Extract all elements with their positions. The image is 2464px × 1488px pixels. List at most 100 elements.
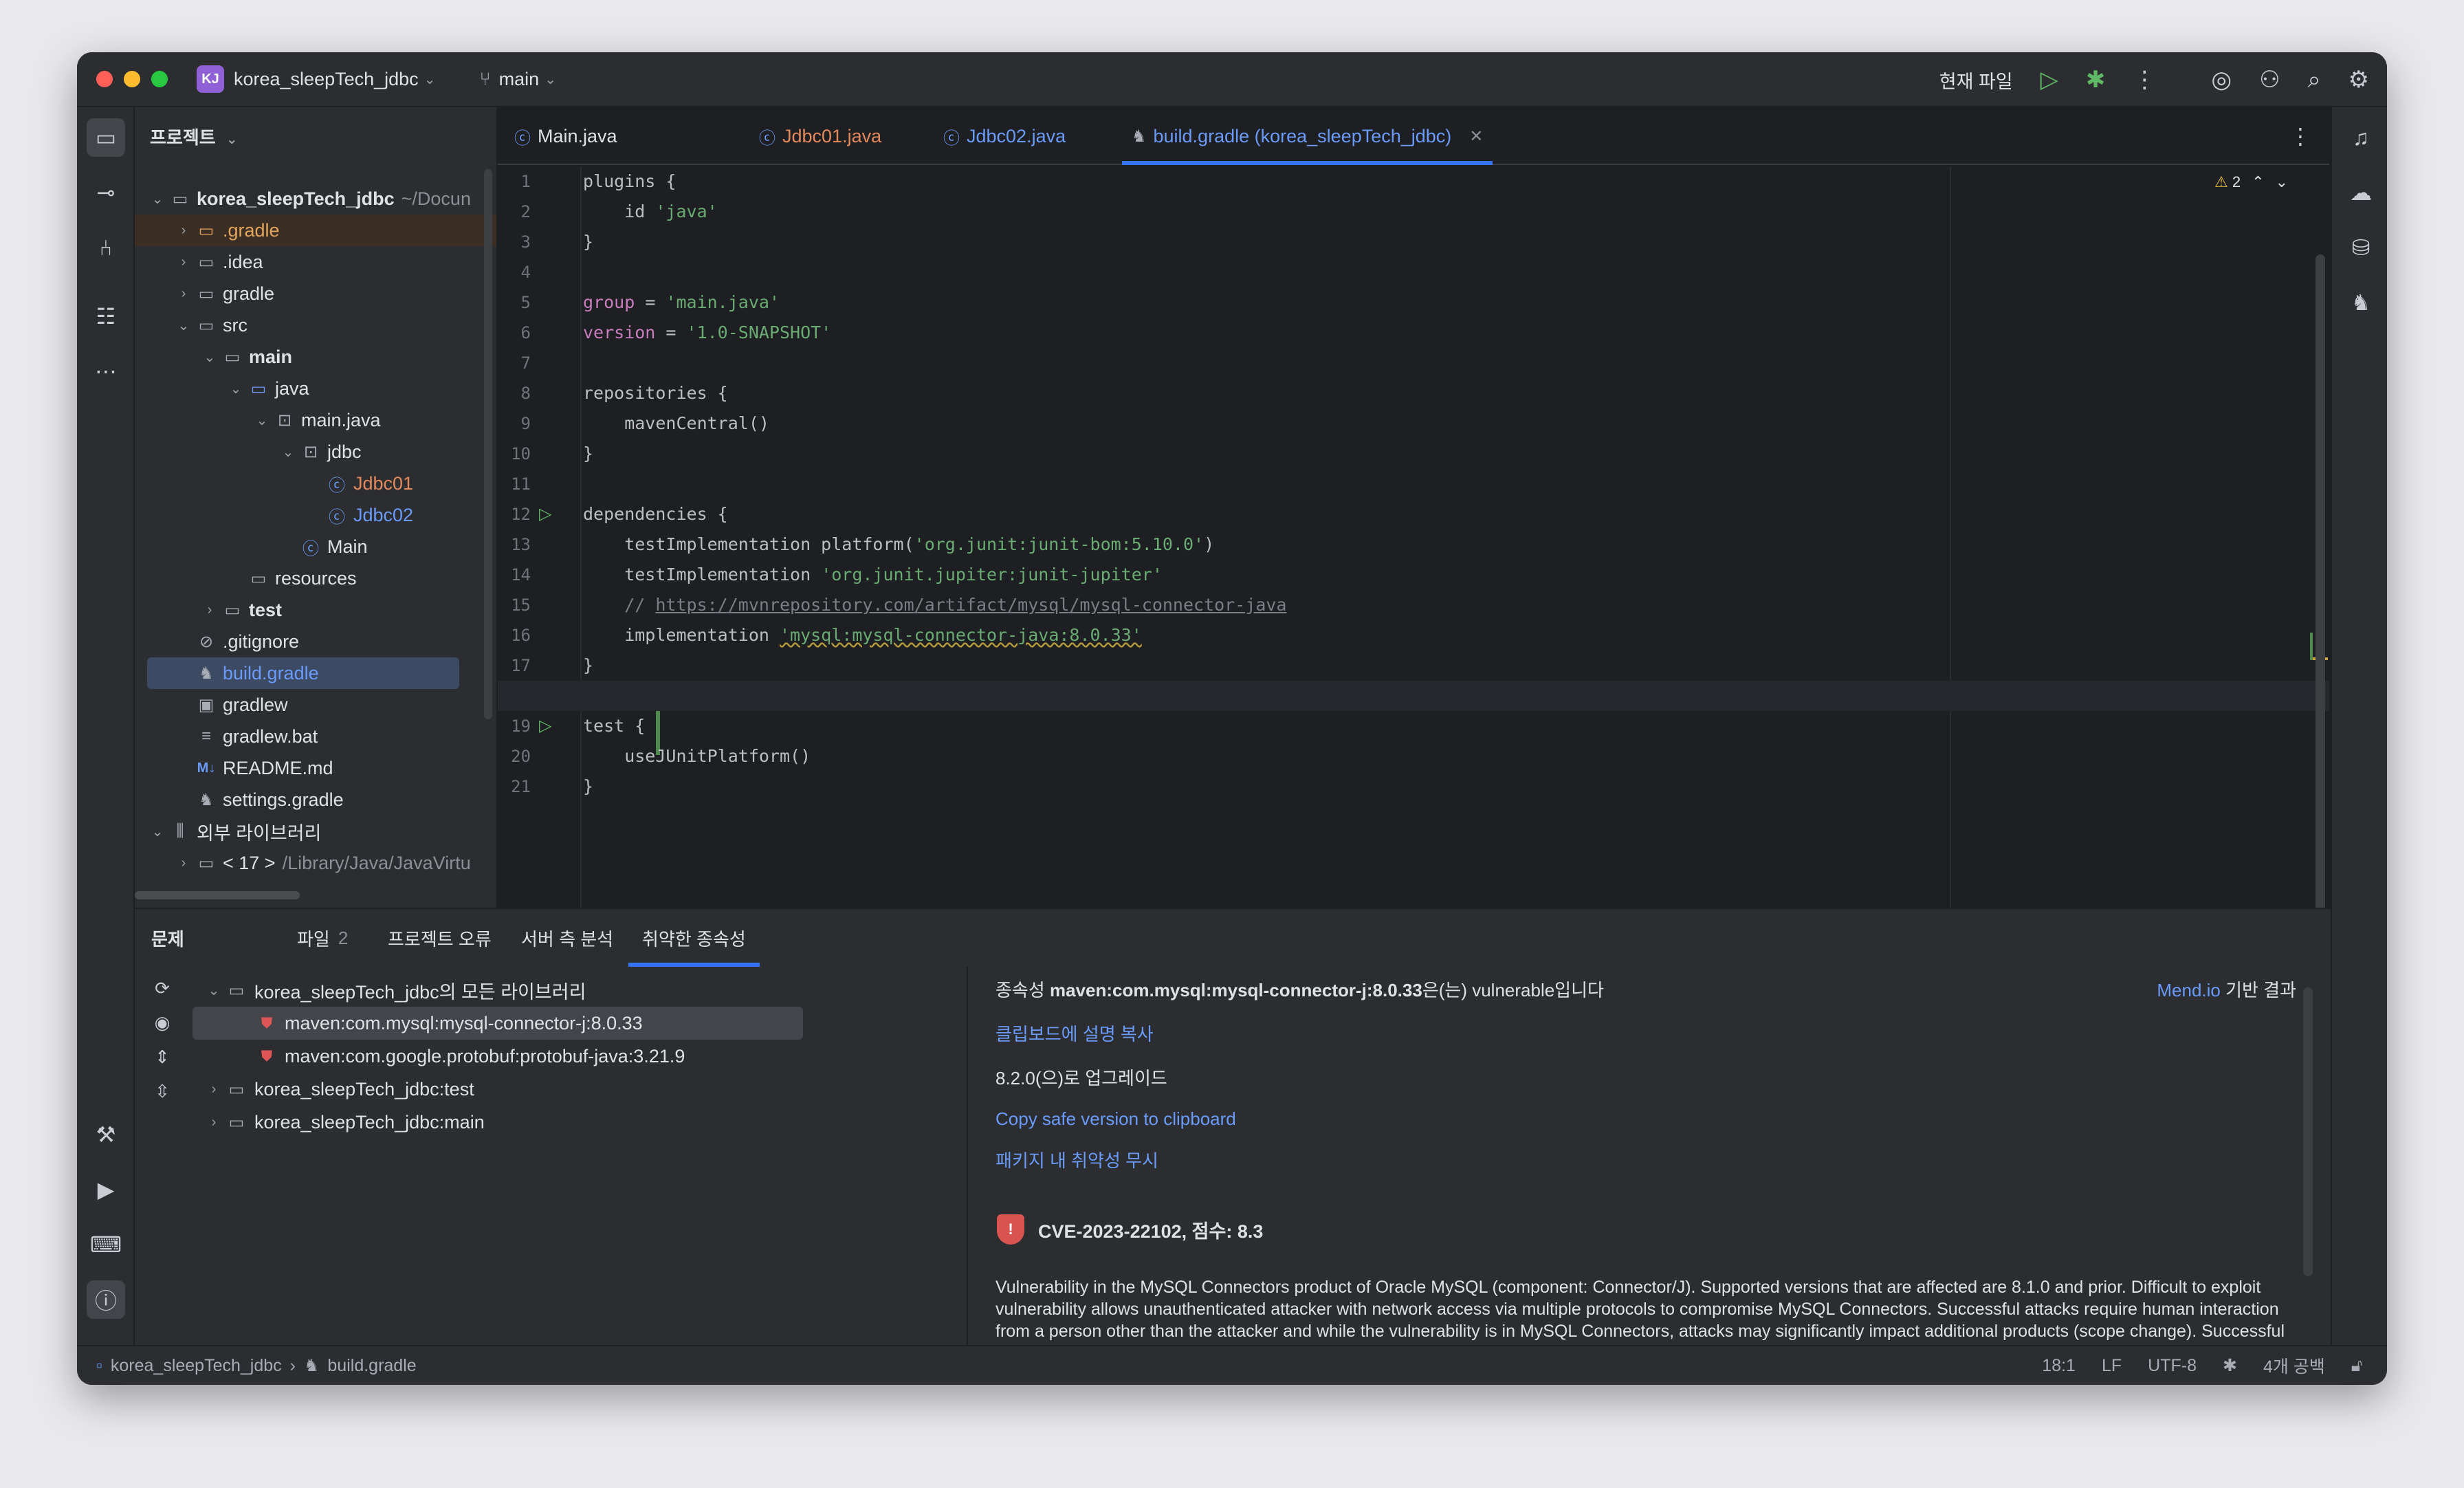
chevron-down-icon[interactable]: ⌄ [173, 317, 194, 334]
tab-main-java[interactable]: ⓒ Main.java [514, 107, 617, 165]
chevron-right-icon[interactable]: › [173, 223, 194, 239]
more-tabs-icon[interactable]: ⋮ [2289, 107, 2311, 165]
tree-item-main[interactable]: ⌄ ▭ main [135, 341, 496, 373]
indent-setting[interactable]: 4개 공백 [2263, 1353, 2325, 1378]
tree-item-external-libraries[interactable]: ⌄ ⫼ 외부 라이브러리 [135, 816, 496, 847]
tree-item-jdk[interactable]: › ▭ < 17 > /Library/Java/JavaVirtu [135, 847, 496, 879]
project-name[interactable]: korea_sleepTech_jdbc [234, 69, 419, 90]
horizontal-scrollbar[interactable] [135, 891, 300, 899]
tree-item-build-gradle[interactable]: ♞ build.gradle [135, 657, 496, 689]
chevron-down-icon[interactable]: ⌄ [199, 349, 220, 366]
build-hammer-icon[interactable]: ⚒ [87, 1115, 125, 1154]
problems-icon[interactable]: ⓘ [87, 1280, 125, 1319]
code-area[interactable]: plugins { id 'java' } group = 'main.java… [498, 166, 2329, 908]
collapse-all-icon[interactable]: ⇳ [148, 1081, 176, 1115]
notifications-bell-icon[interactable]: ♫ [2342, 118, 2380, 157]
more-actions-icon[interactable]: ⋮ [2133, 66, 2156, 94]
chevron-right-icon[interactable]: › [204, 1115, 224, 1130]
terminal-icon[interactable]: ⌨ [87, 1225, 125, 1264]
tree-item-root[interactable]: ⌄ ▭ korea_sleepTech_jdbc ~/Docun [135, 183, 496, 215]
chevron-down-icon[interactable]: ⌄ [226, 380, 246, 397]
tree-item-gradlew[interactable]: ▣ gradlew [135, 689, 496, 721]
add-user-icon[interactable]: ⚇ [2259, 66, 2280, 94]
more-tools-icon[interactable]: ⋯ [87, 352, 125, 391]
zoom-window-button[interactable] [151, 71, 168, 87]
gradle-elephant-icon[interactable]: ♞ [2342, 283, 2380, 322]
tree-item-main-module[interactable]: › ▭ korea_sleepTech_jdbc:main [192, 1106, 967, 1139]
line-separator[interactable]: LF [2102, 1356, 2122, 1376]
commit-icon[interactable]: ⊸ [87, 173, 125, 212]
chevron-right-icon[interactable]: › [173, 855, 194, 871]
branch-name[interactable]: main [499, 69, 540, 90]
tree-item-dot-gradle[interactable]: › ▭ .gradle [135, 215, 496, 246]
chevron-down-icon[interactable]: ⌄ [252, 412, 272, 429]
tree-item-gradlew-bat[interactable]: ≡ gradlew.bat [135, 721, 496, 752]
ignore-vulnerability-link[interactable]: 패키지 내 취약성 무시 [996, 1147, 1158, 1172]
chevron-down-icon[interactable]: ⌄ [226, 132, 238, 147]
ai-chat-icon[interactable]: ☁ [2342, 173, 2380, 212]
expand-all-icon[interactable]: ⇕ [148, 1047, 176, 1081]
mend-io-link[interactable]: Mend.io [2157, 980, 2221, 1000]
inspection-widget[interactable]: ⚠ 2 ⌃ ⌄ [2214, 173, 2288, 191]
code-string-warning[interactable]: 'mysql:mysql-connector-java:8.0.33' [780, 625, 1142, 645]
tab-file[interactable]: 파일 2 [297, 909, 348, 967]
chevron-right-icon[interactable]: › [204, 1082, 224, 1097]
tree-item-resources[interactable]: ▭ resources [135, 562, 496, 594]
code-comment-link[interactable]: https://mvnrepository.com/artifact/mysql… [655, 595, 1286, 615]
tree-item-all-libraries[interactable]: ⌄ ▭ korea_sleepTech_jdbc의 모든 라이브러리 [192, 974, 967, 1007]
close-icon[interactable]: ✕ [1469, 127, 1483, 146]
tab-problems[interactable]: 문제 [151, 909, 184, 967]
refresh-icon[interactable]: ⟳ [148, 978, 176, 1012]
tab-jdbc02-java[interactable]: ⓒ Jdbc02.java [943, 107, 1066, 165]
tree-item-idea[interactable]: › ▭ .idea [135, 246, 496, 278]
structure-icon[interactable]: ☷ [87, 297, 125, 336]
eye-icon[interactable]: ◉ [148, 1012, 176, 1047]
tree-item-src[interactable]: ⌄ ▭ src [135, 309, 496, 341]
close-window-button[interactable] [96, 71, 113, 87]
chevron-right-icon[interactable]: › [173, 254, 194, 270]
chevron-down-icon[interactable]: ⌄ [2276, 173, 2288, 191]
ai-assistant-icon[interactable]: ◎ [2211, 66, 2232, 94]
chevron-down-icon[interactable]: ⌄ [204, 982, 224, 999]
tree-item-java[interactable]: ⌄ ▭ java [135, 373, 496, 404]
project-panel-title[interactable]: 프로젝트 ⌄ [150, 124, 238, 149]
chevron-down-icon[interactable]: ⌄ [424, 71, 436, 88]
file-encoding[interactable]: UTF-8 [2148, 1356, 2197, 1376]
caret-position[interactable]: 18:1 [2042, 1356, 2076, 1376]
chevron-right-icon[interactable]: › [173, 286, 194, 302]
tree-item-test-module[interactable]: › ▭ korea_sleepTech_jdbc:test [192, 1073, 967, 1106]
database-icon[interactable]: ⛁ [2342, 228, 2380, 267]
unlock-icon[interactable]: 🔓︎ [2351, 1356, 2362, 1376]
tree-item-readme[interactable]: M↓ README.md [135, 752, 496, 784]
breadcrumb-project[interactable]: korea_sleepTech_jdbc [111, 1356, 282, 1376]
tree-item-gradle[interactable]: › ▭ gradle [135, 278, 496, 309]
vertical-scrollbar[interactable] [484, 169, 492, 719]
chevron-down-icon[interactable]: ⌄ [147, 823, 168, 840]
chevron-right-icon[interactable]: › [199, 602, 220, 618]
chevron-up-icon[interactable]: ⌃ [2252, 173, 2264, 191]
tree-item-test[interactable]: › ▭ test [135, 594, 496, 626]
tree-item-jdbc[interactable]: ⌄ ⊡ jdbc [135, 436, 496, 468]
run-config-selector[interactable]: 현재 파일 [1939, 67, 2013, 94]
tab-vulnerable-dependencies[interactable]: 취약한 종속성 [628, 909, 760, 967]
tree-item-main-class[interactable]: ⓒ Main [135, 531, 496, 562]
chevron-down-icon[interactable]: ⌄ [544, 71, 556, 88]
inspection-bug-icon[interactable]: ✱ [2223, 1355, 2237, 1376]
minimize-window-button[interactable] [124, 71, 140, 87]
search-icon[interactable]: ⌕ [2307, 67, 2320, 94]
details-scrollbar[interactable] [2303, 987, 2313, 1276]
run-icon[interactable]: ▷ [2040, 66, 2058, 94]
copy-description-link[interactable]: 클립보드에 설명 복사 [996, 1020, 1154, 1046]
tab-project-errors[interactable]: 프로젝트 오류 [388, 909, 492, 967]
breadcrumb-file[interactable]: build.gradle [327, 1356, 416, 1376]
pull-requests-icon[interactable]: ⑃ [87, 228, 125, 267]
chevron-down-icon[interactable]: ⌄ [147, 190, 168, 208]
gear-icon[interactable]: ⚙ [2348, 66, 2369, 94]
project-folder-icon[interactable]: ▭ [87, 118, 125, 157]
tree-item-settings-gradle[interactable]: ♞ settings.gradle [135, 784, 496, 816]
editor-scrollbar[interactable] [2316, 254, 2325, 915]
tree-item-protobuf[interactable]: ⛊ maven:com.google.protobuf:protobuf-jav… [192, 1040, 967, 1073]
services-icon[interactable]: ▶ [87, 1170, 125, 1209]
tree-item-gitignore[interactable]: ⊘ .gitignore [135, 626, 496, 657]
debug-icon[interactable]: ✱ [2086, 66, 2106, 94]
